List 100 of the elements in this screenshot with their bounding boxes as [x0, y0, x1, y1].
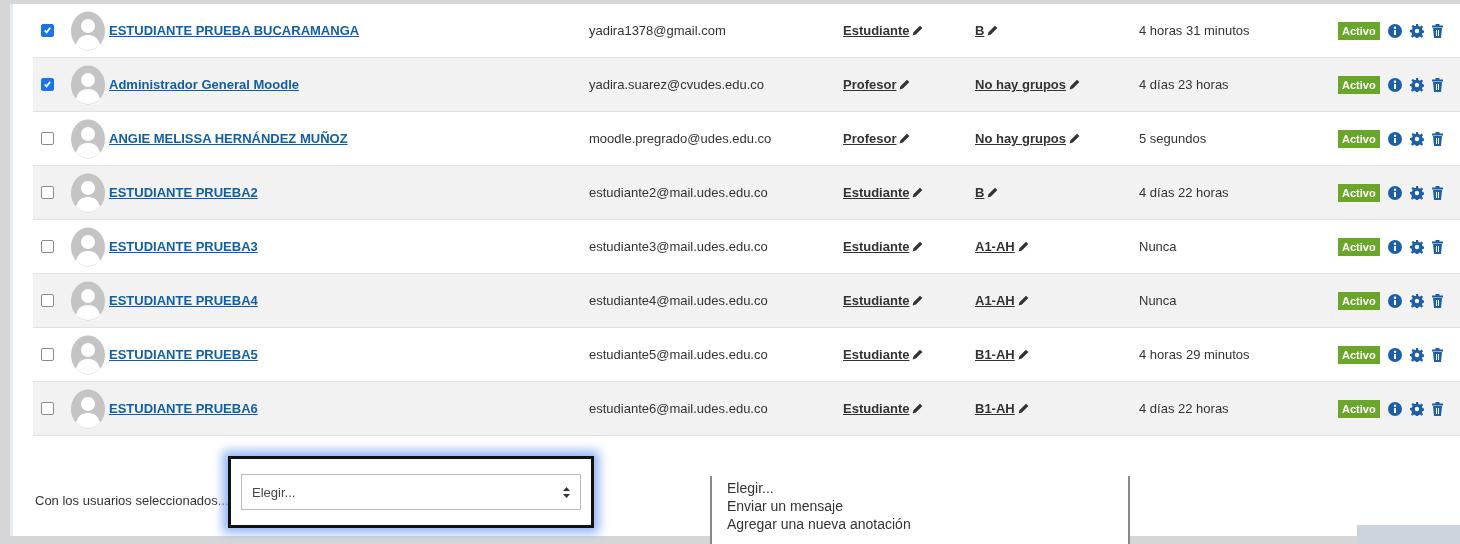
pencil-icon[interactable] — [911, 240, 925, 253]
user-name-link[interactable]: ESTUDIANTE PRUEBA BUCARAMANGA — [109, 23, 360, 38]
dropdown-option[interactable]: Elegir... — [727, 480, 1113, 497]
dropdown-option[interactable]: Enviar un mensaje — [727, 498, 1113, 515]
trash-icon[interactable] — [1431, 401, 1443, 416]
last-access-text: 4 horas 29 minutos — [1139, 347, 1251, 362]
settings-icon[interactable] — [1409, 23, 1424, 38]
dropdown-option[interactable]: Agregar una nueva anotación — [727, 516, 1113, 533]
group-link[interactable]: A1-AH — [975, 293, 1015, 308]
pencil-icon[interactable] — [898, 78, 912, 91]
avatar-icon — [70, 64, 106, 105]
group-link[interactable]: No hay grupos — [975, 131, 1066, 146]
email-text: estudiante5@mail.udes.edu.co — [589, 347, 769, 362]
pencil-icon[interactable] — [911, 294, 925, 307]
role-link[interactable]: Estudiante — [843, 23, 910, 38]
group-link[interactable]: B — [975, 185, 985, 200]
pencil-icon[interactable] — [1016, 294, 1030, 307]
user-name-link[interactable]: ESTUDIANTE PRUEBA3 — [109, 239, 258, 254]
avatar-icon — [70, 10, 106, 51]
user-name-link[interactable]: ESTUDIANTE PRUEBA2 — [109, 185, 258, 200]
status-badge: Activo — [1338, 291, 1380, 310]
pencil-icon[interactable] — [986, 186, 1000, 199]
role-link[interactable]: Estudiante — [843, 347, 910, 362]
info-icon[interactable] — [1387, 347, 1402, 362]
row-checkbox[interactable] — [41, 348, 54, 361]
settings-icon[interactable] — [1409, 239, 1424, 254]
trash-icon[interactable] — [1431, 293, 1443, 308]
role-link[interactable]: Estudiante — [843, 293, 910, 308]
pencil-icon[interactable] — [1016, 240, 1030, 253]
status-badge: Activo — [1338, 129, 1380, 148]
email-text: estudiante3@mail.udes.edu.co — [589, 239, 769, 254]
pencil-icon[interactable] — [911, 348, 925, 361]
info-icon[interactable] — [1387, 239, 1402, 254]
check-icon — [43, 26, 52, 35]
pencil-icon[interactable] — [911, 24, 925, 37]
bulk-action-select[interactable]: Elegir... — [241, 474, 581, 510]
pencil-icon[interactable] — [1068, 78, 1081, 91]
sort-arrows-icon — [563, 486, 570, 498]
info-icon[interactable] — [1387, 293, 1402, 308]
pencil-icon[interactable] — [1016, 402, 1030, 415]
group-link[interactable]: B — [975, 23, 985, 38]
user-name-link[interactable]: ESTUDIANTE PRUEBA5 — [109, 347, 258, 362]
info-icon[interactable] — [1387, 23, 1402, 38]
role-link[interactable]: Estudiante — [843, 185, 910, 200]
email-text: moodle.pregrado@udes.edu.co — [589, 131, 773, 146]
status-badge: Activo — [1338, 399, 1380, 418]
trash-icon[interactable] — [1431, 77, 1443, 92]
user-name-link[interactable]: ESTUDIANTE PRUEBA6 — [109, 401, 258, 416]
pencil-icon[interactable] — [911, 186, 925, 199]
trash-icon[interactable] — [1431, 347, 1443, 362]
last-access-text: Nunca — [1139, 293, 1178, 308]
row-checkbox[interactable] — [41, 294, 54, 307]
pencil-icon[interactable] — [1068, 132, 1081, 145]
role-link[interactable]: Estudiante — [843, 401, 910, 416]
pencil-icon[interactable] — [986, 24, 1000, 37]
bulk-action-label: Con los usuarios seleccionados... — [35, 493, 229, 508]
settings-icon[interactable] — [1409, 401, 1424, 416]
avatar-icon — [70, 280, 106, 321]
info-icon[interactable] — [1387, 401, 1402, 416]
settings-icon[interactable] — [1409, 347, 1424, 362]
settings-icon[interactable] — [1409, 185, 1424, 200]
row-checkbox[interactable] — [41, 240, 54, 253]
trash-icon[interactable] — [1431, 185, 1443, 200]
role-link[interactable]: Profesor — [843, 131, 897, 146]
info-icon[interactable] — [1387, 131, 1402, 146]
row-checkbox[interactable] — [41, 24, 54, 37]
info-icon[interactable] — [1387, 185, 1402, 200]
group-link[interactable]: B1-AH — [975, 401, 1015, 416]
last-access-text: 4 días 22 horas — [1139, 185, 1230, 200]
role-link[interactable]: Profesor — [843, 77, 897, 92]
trash-icon[interactable] — [1431, 23, 1443, 38]
check-icon — [43, 80, 52, 89]
row-checkbox[interactable] — [41, 402, 54, 415]
trash-icon[interactable] — [1431, 239, 1443, 254]
status-badge: Activo — [1338, 21, 1380, 40]
email-text: yadira1378@gmail.com — [589, 23, 727, 38]
last-access-text: Nunca — [1139, 239, 1178, 254]
settings-icon[interactable] — [1409, 77, 1424, 92]
user-name-link[interactable]: ANGIE MELISSA HERNÁNDEZ MUÑOZ — [109, 131, 348, 146]
email-text: estudiante6@mail.udes.edu.co — [589, 401, 769, 416]
avatar-icon — [70, 226, 106, 267]
pencil-icon[interactable] — [898, 132, 912, 145]
settings-icon[interactable] — [1409, 131, 1424, 146]
group-link[interactable]: A1-AH — [975, 239, 1015, 254]
last-access-text: 5 segundos — [1139, 131, 1208, 146]
avatar-icon — [70, 118, 106, 159]
user-name-link[interactable]: Administrador General Moodle — [109, 77, 299, 92]
row-checkbox[interactable] — [41, 78, 54, 91]
pencil-icon[interactable] — [1016, 348, 1030, 361]
row-checkbox[interactable] — [41, 186, 54, 199]
pencil-icon[interactable] — [911, 402, 925, 415]
email-text: estudiante2@mail.udes.edu.co — [589, 185, 769, 200]
trash-icon[interactable] — [1431, 131, 1443, 146]
info-icon[interactable] — [1387, 77, 1402, 92]
group-link[interactable]: B1-AH — [975, 347, 1015, 362]
user-name-link[interactable]: ESTUDIANTE PRUEBA4 — [109, 293, 258, 308]
row-checkbox[interactable] — [41, 132, 54, 145]
settings-icon[interactable] — [1409, 293, 1424, 308]
group-link[interactable]: No hay grupos — [975, 77, 1066, 92]
role-link[interactable]: Estudiante — [843, 239, 910, 254]
